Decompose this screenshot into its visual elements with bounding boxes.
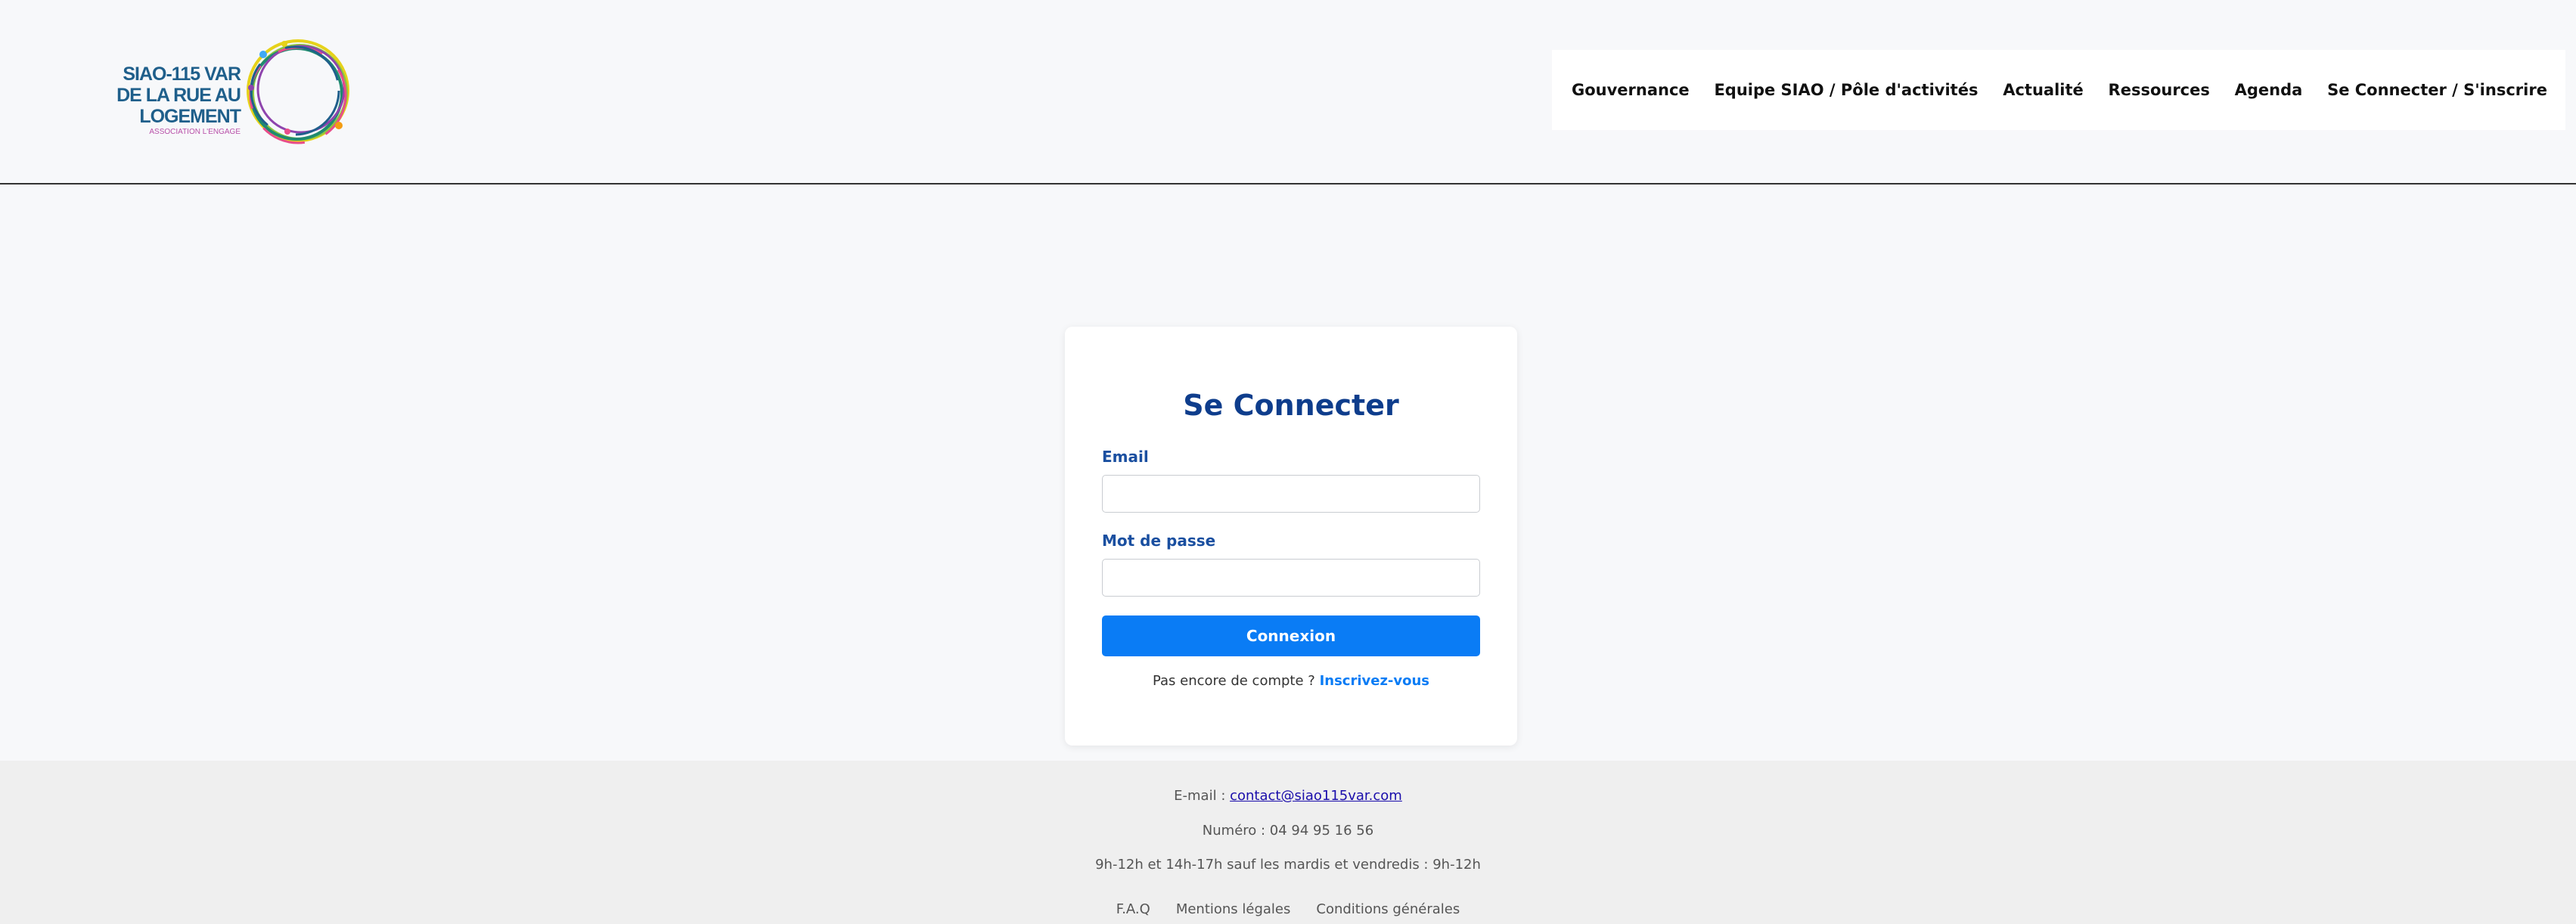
footer-phone: Numéro : 04 94 95 16 56 <box>1202 823 1374 839</box>
email-field[interactable] <box>1102 475 1480 513</box>
site-footer: E-mail : contact@siao115var.com Numéro :… <box>0 761 2576 924</box>
nav-item-ressources[interactable]: Ressources <box>2109 81 2210 99</box>
email-label: Email <box>1102 448 1149 466</box>
signup-prompt-text: Pas encore de compte ? <box>1152 673 1320 689</box>
password-label: Mot de passe <box>1102 532 1216 550</box>
footer-link-conditions-generales[interactable]: Conditions générales <box>1316 901 1460 917</box>
footer-email-prefix: E-mail : <box>1174 788 1231 804</box>
signup-prompt: Pas encore de compte ? Inscrivez-vous <box>1065 673 1517 689</box>
nav-item-agenda[interactable]: Agenda <box>2235 81 2303 99</box>
site-header: SIAO-115 VAR DE LA RUE AU LOGEMENT ASSOC… <box>0 0 2576 184</box>
nav-item-gouvernance[interactable]: Gouvernance <box>1572 81 1690 99</box>
footer-links: F.A.Q Mentions légales Conditions généra… <box>0 901 2576 917</box>
signup-link[interactable]: Inscrivez-vous <box>1320 673 1429 689</box>
logo-line-3: ASSOCIATION L'ENGAGE <box>149 128 241 136</box>
main-navigation: Gouvernance Equipe SIAO / Pôle d'activit… <box>1552 50 2565 130</box>
login-button[interactable]: Connexion <box>1102 615 1480 656</box>
footer-email: E-mail : contact@siao115var.com <box>0 788 2576 804</box>
login-card: Se Connecter Email Mot de passe Connexio… <box>1065 327 1517 746</box>
logo-line-1: SIAO-115 VAR <box>123 64 241 85</box>
footer-email-link[interactable]: contact@siao115var.com <box>1230 788 1402 804</box>
logo-rings-icon <box>247 39 349 144</box>
nav-item-actualite[interactable]: Actualité <box>2003 81 2084 99</box>
nav-item-equipe-siao[interactable]: Equipe SIAO / Pôle d'activités <box>1714 81 1978 99</box>
nav-item-se-connecter[interactable]: Se Connecter / S'inscrire <box>2327 81 2547 99</box>
footer-hours: 9h-12h et 14h-17h sauf les mardis et ven… <box>1095 857 1481 873</box>
logo-line-2: DE LA RUE AU LOGEMENT <box>116 85 241 127</box>
password-field[interactable] <box>1102 559 1480 597</box>
logo-text: SIAO-115 VAR DE LA RUE AU LOGEMENT ASSOC… <box>62 64 241 138</box>
footer-link-faq[interactable]: F.A.Q <box>1116 901 1150 917</box>
login-title: Se Connecter <box>1183 389 1399 422</box>
footer-link-mentions-legales[interactable]: Mentions légales <box>1176 901 1291 917</box>
site-logo[interactable]: SIAO-115 VAR DE LA RUE AU LOGEMENT ASSOC… <box>62 35 357 148</box>
